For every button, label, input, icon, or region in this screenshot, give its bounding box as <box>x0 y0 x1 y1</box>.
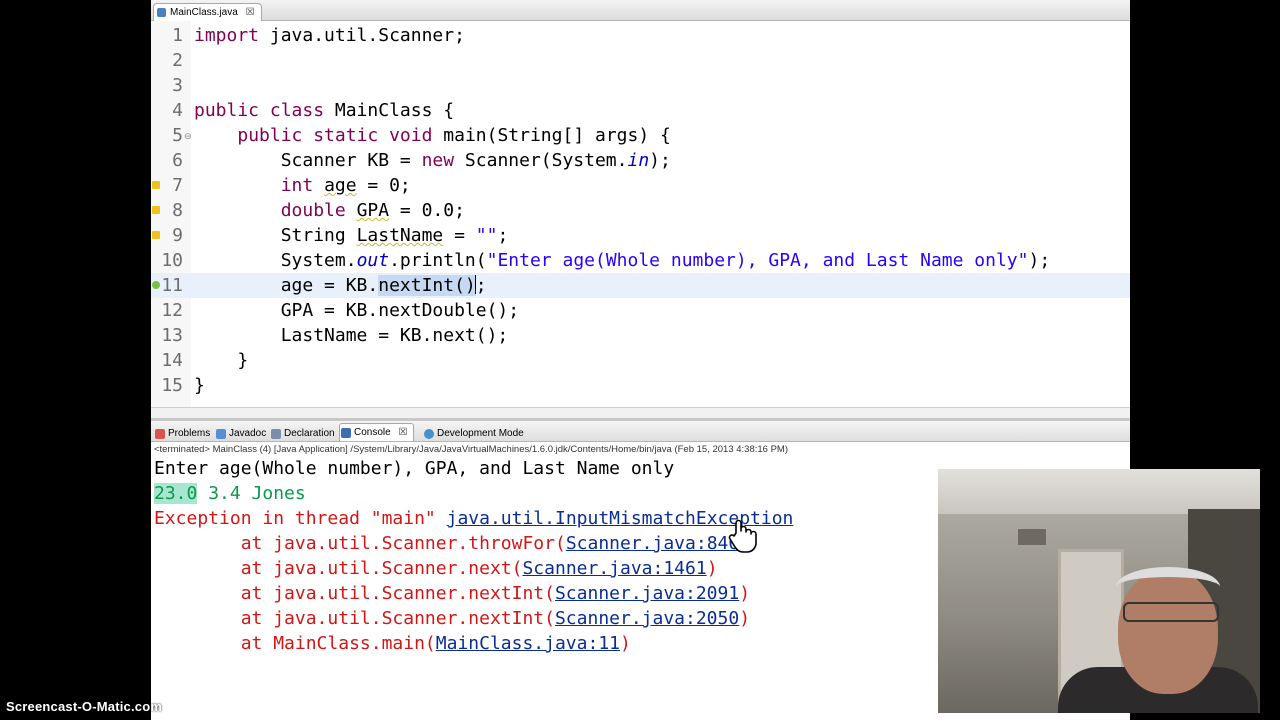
code-line: 5 ⊖ public static void main(String[] arg… <box>151 123 1130 148</box>
code-line: 12 GPA = KB.nextDouble(); <box>151 298 1130 323</box>
code-text: } <box>194 350 249 371</box>
line-number: 1 <box>172 25 183 46</box>
tab-javadoc[interactable]: Javadoc <box>215 425 266 442</box>
tab-label: Problems <box>168 428 211 439</box>
code-line: 10 System.out.println("Enter age(Whole n… <box>151 248 1130 273</box>
line-number: 9 <box>172 225 183 246</box>
tab-label: Console <box>354 427 391 438</box>
line-number: 12 <box>161 300 183 321</box>
code-line: 14 } <box>151 348 1130 373</box>
line-number: 8 <box>172 200 183 221</box>
code-editor[interactable]: 1 import java.util.Scanner; 2 3 4 public… <box>151 21 1130 407</box>
console-process-status: <terminated> MainClass (4) [Java Applica… <box>154 444 789 455</box>
close-tab-icon[interactable]: ☒ <box>246 7 255 18</box>
exception-prefix: Exception in thread "main" <box>154 508 447 529</box>
stack-trace-link[interactable]: MainClass.java:11 <box>436 633 620 654</box>
stack-trace-link[interactable]: Scanner.java:840 <box>566 533 739 554</box>
stack-trace-link[interactable]: Scanner.java:2050 <box>555 608 739 629</box>
code-text: String LastName = ""; <box>194 225 509 246</box>
line-number: 14 <box>161 350 183 371</box>
stack-trace-line: at java.util.Scanner.nextInt(Scanner.jav… <box>154 608 751 629</box>
code-text: System.out.println("Enter age(Whole numb… <box>194 250 1051 271</box>
console-line-exception: Exception in thread "main" java.util.Inp… <box>154 506 793 531</box>
code-line: 15 } <box>151 373 1130 398</box>
screencast-watermark: Screencast-O-Matic.com <box>6 699 163 714</box>
editor-tab-label: MainClass.java <box>170 7 238 18</box>
editor-tab-mainclass[interactable]: MainClass.java ☒ <box>153 3 262 21</box>
tab-label: Development Mode <box>437 428 524 439</box>
console-icon <box>341 428 351 438</box>
line-number: 13 <box>161 325 183 346</box>
stack-trace-line: at MainClass.main(MainClass.java:11) <box>154 633 631 654</box>
console-line-prompt: Enter age(Whole number), GPA, and Last N… <box>154 458 675 479</box>
stack-trace-line: at java.util.Scanner.next(Scanner.java:1… <box>154 558 718 579</box>
code-line: 8 double GPA = 0.0; <box>151 198 1130 223</box>
line-number: 5 <box>172 125 183 146</box>
view-tab-bar: Problems Javadoc Declaration Console ☒ D… <box>151 418 1130 442</box>
code-text: import java.util.Scanner; <box>194 25 465 46</box>
code-line: 3 <box>151 73 1130 98</box>
line-number: 11 <box>161 275 183 296</box>
console-input-rest: 3.4 Jones <box>197 483 306 504</box>
problems-icon <box>155 429 165 439</box>
declaration-icon <box>271 429 281 439</box>
code-text: public static void main(String[] args) { <box>237 125 671 146</box>
editor-horizontal-scrollbar[interactable] <box>151 407 1130 418</box>
stack-trace-line: at java.util.Scanner.nextInt(Scanner.jav… <box>154 583 751 604</box>
code-text: double GPA = 0.0; <box>280 200 465 221</box>
code-text: GPA = KB.nextDouble(); <box>194 300 520 321</box>
close-tab-icon[interactable]: ☒ <box>398 427 407 438</box>
code-text: } <box>194 375 205 396</box>
webcam-person-hair <box>1116 567 1220 607</box>
webcam-ceiling <box>938 469 1260 514</box>
globe-icon <box>424 429 434 439</box>
code-line: 6 Scanner KB = new Scanner(System.in); <box>151 148 1130 173</box>
tab-console[interactable]: Console ☒ <box>339 423 415 441</box>
tab-development-mode[interactable]: Development Mode <box>423 425 524 442</box>
code-line: 1 import java.util.Scanner; <box>151 23 1130 48</box>
line-number: 3 <box>172 75 183 96</box>
line-number: 4 <box>172 100 183 121</box>
line-number: 6 <box>172 150 183 171</box>
webcam-overlay <box>938 469 1260 713</box>
java-file-icon <box>157 8 166 17</box>
javadoc-icon <box>216 429 226 439</box>
webcam-person-glasses <box>1123 602 1219 622</box>
code-line: 7 int age = 0; <box>151 173 1130 198</box>
line-number: 2 <box>172 50 183 71</box>
console-input-highlight: 23.0 <box>154 483 198 504</box>
code-text: public class MainClass { <box>194 100 455 121</box>
hand-cursor-icon <box>728 519 757 553</box>
code-line: 13 LastName = KB.next(); <box>151 323 1130 348</box>
webcam-vent <box>1018 529 1046 545</box>
code-text: Scanner KB = new Scanner(System.in); <box>194 150 671 171</box>
code-line: 4 public class MainClass { <box>151 98 1130 123</box>
code-text: int age = 0; <box>280 175 411 196</box>
tab-label: Javadoc <box>229 428 267 439</box>
editor-tab-bar: MainClass.java ☒ <box>151 0 1130 21</box>
tab-label: Declaration <box>284 428 335 439</box>
tab-declaration[interactable]: Declaration <box>270 425 335 442</box>
code-text: LastName = KB.next(); <box>194 325 509 346</box>
line-number: 10 <box>161 250 183 271</box>
line-number: 15 <box>161 375 183 396</box>
code-line: 9 String LastName = ""; <box>151 223 1130 248</box>
line-number: 7 <box>172 175 183 196</box>
code-text: age = KB.nextInt(); <box>194 275 487 296</box>
tab-problems[interactable]: Problems <box>154 425 210 442</box>
fold-icon[interactable]: ⊖ <box>184 131 192 142</box>
code-line-current: 11 age = KB.nextInt(); <box>151 273 1130 298</box>
console-line-input: 23.0 3.4 Jones <box>154 481 306 506</box>
stack-trace-line: at java.util.Scanner.throwFor(Scanner.ja… <box>154 533 750 554</box>
stack-trace-link[interactable]: Scanner.java:2091 <box>555 583 739 604</box>
code-line: 2 <box>151 48 1130 73</box>
stack-trace-link[interactable]: Scanner.java:1461 <box>522 558 706 579</box>
